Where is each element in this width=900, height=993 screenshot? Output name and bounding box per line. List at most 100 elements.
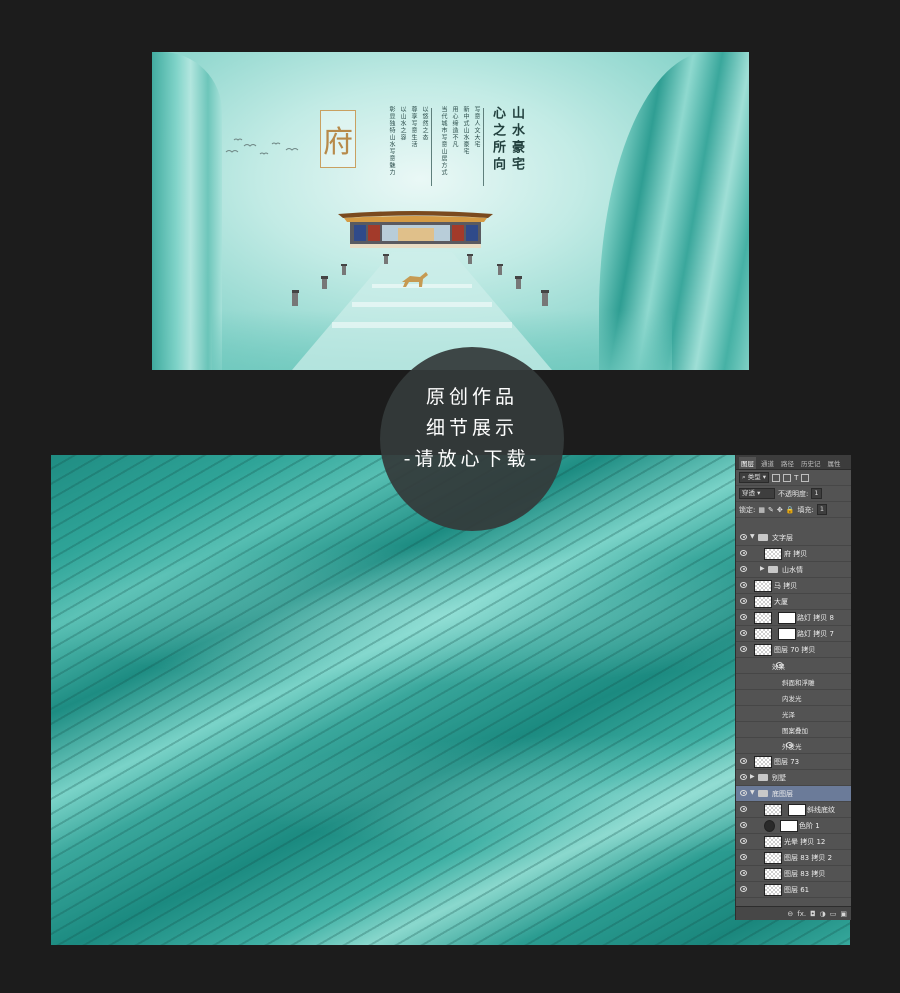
- filter-label: 类型: [747, 473, 761, 481]
- layer-row[interactable]: ▶ 别墅: [736, 770, 851, 786]
- link-layers-icon[interactable]: ⊖: [787, 910, 793, 918]
- layer-name: 图案叠加: [782, 727, 808, 735]
- filter-type-icon[interactable]: T: [794, 474, 798, 482]
- visibility-eye-icon[interactable]: [740, 774, 747, 780]
- visibility-eye-icon[interactable]: [740, 582, 747, 588]
- filter-pixel-icon[interactable]: [772, 473, 781, 482]
- visibility-eye-icon[interactable]: [740, 870, 747, 876]
- layer-thumbnail: [764, 548, 782, 560]
- layer-row[interactable]: 路灯 拷贝 7: [736, 626, 851, 642]
- layer-mask-thumbnail[interactable]: [778, 628, 796, 640]
- layer-row[interactable]: 斜面和浮雕: [736, 674, 851, 690]
- opacity-field[interactable]: 1: [811, 488, 822, 499]
- lock-all-icon[interactable]: 🔒: [786, 506, 795, 514]
- layer-row[interactable]: ▼ 文字层: [736, 530, 851, 546]
- visibility-eye-icon[interactable]: [740, 630, 747, 636]
- layer-row[interactable]: 光泽: [736, 706, 851, 722]
- visibility-eye-icon[interactable]: [740, 534, 747, 540]
- filter-adjust-icon[interactable]: [783, 473, 792, 482]
- new-fill-icon[interactable]: ◑: [820, 910, 826, 918]
- layer-thumbnail: [754, 756, 772, 768]
- layer-name: 斜面和浮雕: [782, 679, 815, 687]
- lock-move-icon[interactable]: ✥: [777, 506, 783, 514]
- layer-name: 色阶 1: [799, 822, 820, 830]
- add-mask-icon[interactable]: ◘: [810, 910, 816, 918]
- layer-thumbnail: [754, 628, 772, 640]
- visibility-eye-icon[interactable]: [740, 566, 747, 572]
- filter-shape-icon[interactable]: [801, 473, 810, 482]
- layer-mask-thumbnail[interactable]: [778, 612, 796, 624]
- visibility-eye-icon[interactable]: [740, 854, 747, 860]
- visibility-eye-icon[interactable]: [740, 806, 747, 812]
- layer-name: 光泽: [782, 711, 795, 719]
- fill-field[interactable]: 1: [816, 504, 827, 515]
- layer-thumbnail: [754, 612, 772, 624]
- layer-row[interactable]: 路灯 拷贝 8: [736, 610, 851, 626]
- expand-triangle-icon[interactable]: ▶: [760, 565, 765, 572]
- new-layer-icon[interactable]: ▣: [840, 910, 847, 918]
- blend-mode-value: 穿透: [742, 489, 755, 497]
- collapse-triangle-icon[interactable]: ▼: [750, 789, 755, 796]
- layer-row[interactable]: 斜线底纹: [736, 802, 851, 818]
- layer-row[interactable]: 图层 61: [736, 882, 851, 898]
- visibility-eye-icon[interactable]: [740, 646, 747, 652]
- new-group-icon[interactable]: ▭: [830, 910, 837, 918]
- visibility-eye-icon[interactable]: [740, 822, 747, 828]
- layer-mask-thumbnail[interactable]: [788, 804, 806, 816]
- layer-row[interactable]: 图案叠加: [736, 722, 851, 738]
- fx-icon[interactable]: fx.: [797, 910, 806, 918]
- layer-mask-thumbnail[interactable]: [780, 820, 798, 832]
- layer-row[interactable]: 大厦: [736, 594, 851, 610]
- layer-name: 效果: [772, 663, 785, 671]
- layer-row[interactable]: ▼ 底图层: [736, 786, 851, 802]
- blend-mode-select[interactable]: 穿透 ▾: [739, 488, 775, 499]
- fill-label: 填充:: [797, 505, 814, 514]
- layer-name: 图层 70 拷贝: [774, 646, 816, 654]
- layer-row[interactable]: 图层 70 拷贝: [736, 642, 851, 658]
- lock-brush-icon[interactable]: ✎: [768, 506, 774, 514]
- layer-name: 底图层: [772, 790, 793, 798]
- folder-icon: [758, 790, 768, 797]
- layer-thumbnail: [764, 836, 782, 848]
- tab-history[interactable]: 历史记: [799, 457, 823, 469]
- tab-channels[interactable]: 通道: [759, 457, 776, 469]
- layer-name: 外发光: [782, 743, 802, 751]
- blend-row: 穿透 ▾ 不透明度: 1: [736, 486, 851, 502]
- layer-thumbnail: [764, 804, 782, 816]
- expand-triangle-icon[interactable]: ▶: [750, 773, 755, 780]
- filter-row: ⌕ 类型 ▾ T: [736, 470, 851, 486]
- layer-name: 内发光: [782, 695, 802, 703]
- visibility-eye-icon[interactable]: [740, 598, 747, 604]
- visibility-eye-icon[interactable]: [740, 758, 747, 764]
- layer-row[interactable]: 图层 83 拷贝 2: [736, 850, 851, 866]
- filter-select[interactable]: ⌕ 类型 ▾: [739, 472, 770, 483]
- visibility-eye-icon[interactable]: [740, 838, 747, 844]
- opacity-label: 不透明度:: [778, 489, 809, 498]
- layer-row[interactable]: 马 拷贝: [736, 578, 851, 594]
- layer-name: 大厦: [774, 598, 788, 606]
- copy-col-8: 彰显独特山水写意魅力: [388, 106, 395, 176]
- layer-row[interactable]: 图层 73: [736, 754, 851, 770]
- layer-row[interactable]: 府 拷贝: [736, 546, 851, 562]
- headline-col-1: 山水豪宅: [509, 106, 524, 174]
- visibility-eye-icon[interactable]: [740, 886, 747, 892]
- layer-row[interactable]: ▶ 山水情: [736, 562, 851, 578]
- visibility-eye-icon[interactable]: [740, 790, 747, 796]
- lock-transparent-icon[interactable]: ▦: [758, 506, 765, 514]
- tab-paths[interactable]: 路径: [779, 457, 796, 469]
- layer-row[interactable]: 外发光: [736, 738, 851, 754]
- layer-row[interactable]: 效果: [736, 658, 851, 674]
- layer-row[interactable]: 色阶 1: [736, 818, 851, 834]
- collapse-triangle-icon[interactable]: ▼: [750, 533, 755, 540]
- copy-col-2: 新中式山水豪宅: [462, 106, 469, 155]
- tab-properties[interactable]: 属性: [826, 457, 843, 469]
- tab-layers[interactable]: 图层: [739, 457, 756, 469]
- layer-row[interactable]: 光晕 拷贝 12: [736, 834, 851, 850]
- folder-icon: [768, 566, 778, 573]
- visibility-eye-icon[interactable]: [740, 550, 747, 556]
- visibility-eye-icon[interactable]: [740, 614, 747, 620]
- layer-row[interactable]: 内发光: [736, 690, 851, 706]
- layer-row[interactable]: 图层 83 拷贝: [736, 866, 851, 882]
- layer-name: 马 拷贝: [774, 582, 798, 590]
- layer-name: 图层 61: [784, 886, 810, 894]
